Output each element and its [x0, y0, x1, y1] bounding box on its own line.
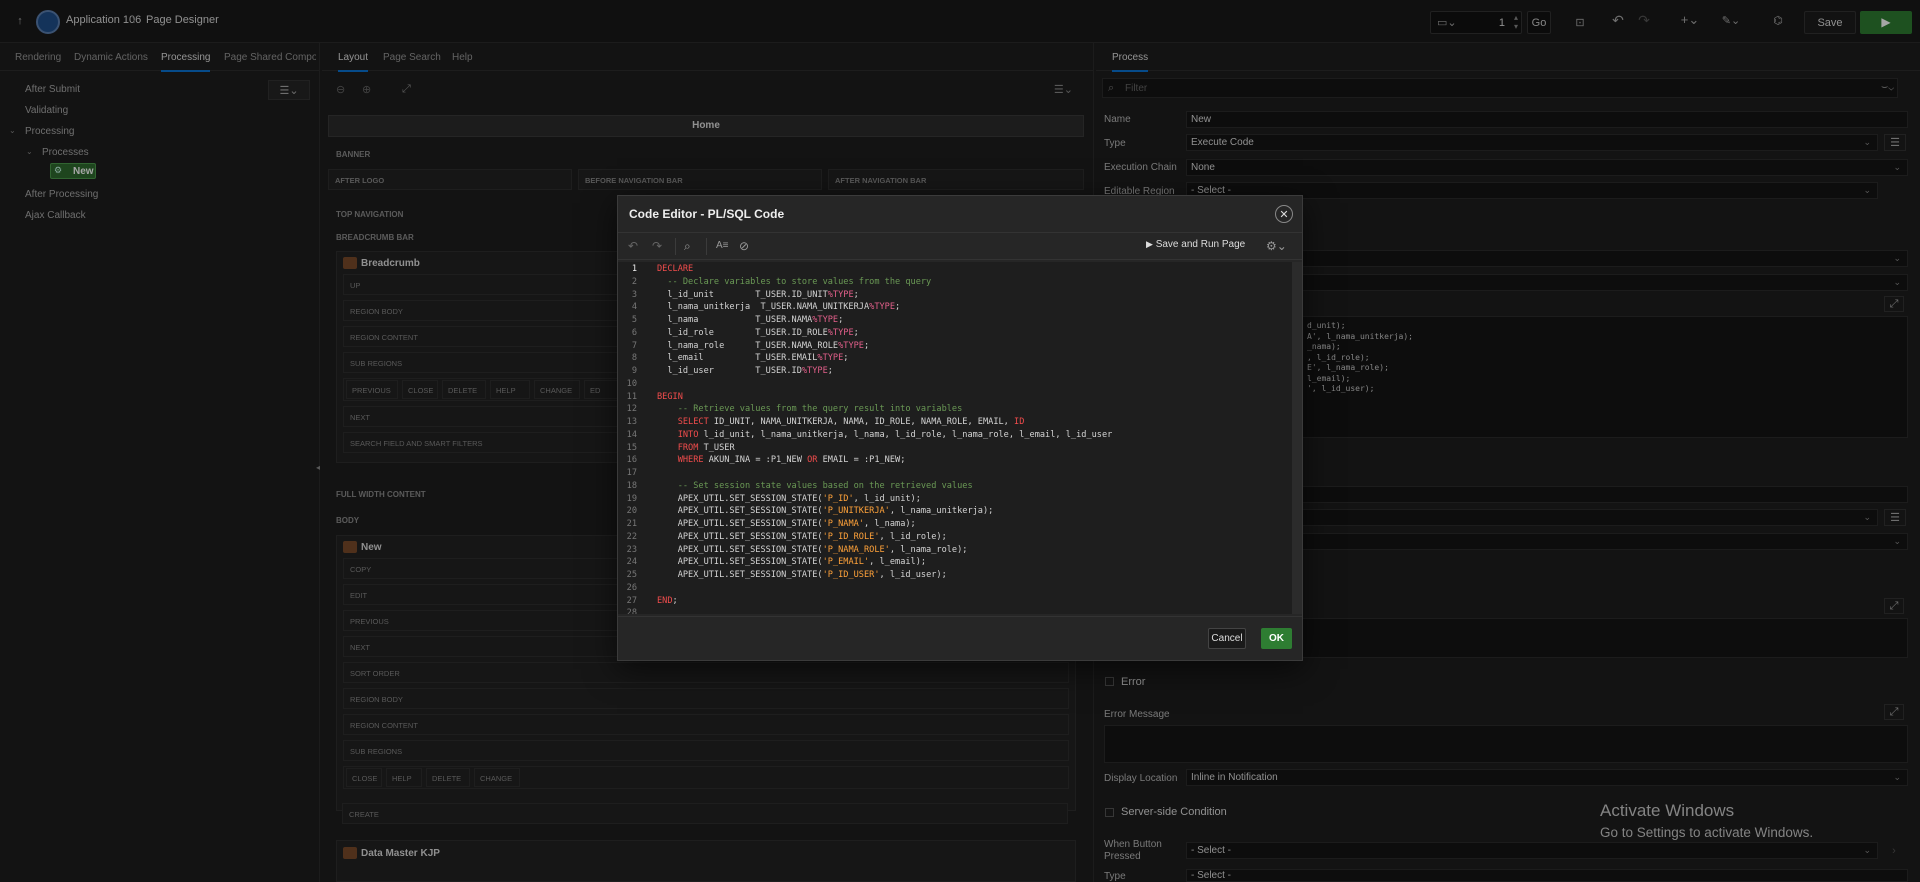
- line-number: 4: [631, 302, 637, 313]
- editor-scrollbar[interactable]: [1292, 262, 1302, 614]
- line-number: 27: [626, 595, 637, 606]
- format-icon[interactable]: A≡: [716, 240, 729, 251]
- close-button[interactable]: ✕: [1275, 205, 1293, 223]
- code-line[interactable]: APEX_UTIL.SET_SESSION_STATE('P_ID_ROLE',…: [657, 532, 947, 542]
- line-number: 7: [631, 340, 637, 351]
- line-number: 9: [631, 366, 637, 376]
- editor-toolbar: ↶ ↷ ⌕ A≡ ⊘ ▶ Save and Run Page ⚙⌄: [618, 232, 1302, 260]
- line-number: 23: [626, 544, 637, 555]
- code-editor[interactable]: 1 DECLARE 2 -- Declare variables to store …: [618, 262, 1294, 614]
- line-number: 15: [626, 442, 637, 453]
- code-line[interactable]: l_nama T_USER.NAMA%TYPE;: [657, 315, 843, 325]
- line-number: 16: [626, 455, 637, 466]
- line-number: 18: [626, 480, 637, 491]
- code-line[interactable]: l_email T_USER.EMAIL%TYPE;: [657, 353, 848, 363]
- line-number: 12: [626, 404, 637, 415]
- code-line[interactable]: -- Retrieve values from the query result…: [657, 404, 963, 414]
- code-line[interactable]: -- Declare variables to store values fro…: [657, 277, 931, 287]
- line-number: 2: [631, 276, 637, 287]
- line-number: 14: [626, 429, 637, 440]
- save-run-label: Save and Run Page: [1155, 239, 1246, 250]
- code-line[interactable]: l_id_unit T_USER.ID_UNIT%TYPE;: [657, 290, 858, 300]
- toolbar-divider: [675, 238, 676, 255]
- code-line[interactable]: APEX_UTIL.SET_SESSION_STATE('P_ID', l_id…: [657, 494, 921, 504]
- code-line[interactable]: l_nama_role T_USER.NAMA_ROLE%TYPE;: [657, 341, 869, 351]
- code-line[interactable]: APEX_UTIL.SET_SESSION_STATE('P_EMAIL', l…: [657, 557, 926, 567]
- line-number: 25: [626, 570, 637, 580]
- line-number: 21: [626, 519, 637, 529]
- line-number: 10: [626, 378, 637, 389]
- line-number: 22: [626, 531, 637, 542]
- toolbar-divider: [706, 238, 707, 255]
- line-number: 5: [631, 315, 637, 325]
- line-number: 1: [631, 264, 637, 274]
- dialog-footer: Cancel OK: [618, 616, 1302, 660]
- code-line[interactable]: SELECT ID_UNIT, NAMA_UNITKERJA, NAMA, ID…: [657, 417, 1025, 427]
- line-number: 6: [631, 327, 637, 338]
- code-line[interactable]: END;: [657, 596, 678, 606]
- settings-icon[interactable]: ⚙⌄: [1266, 239, 1287, 253]
- code-line[interactable]: DECLARE: [657, 264, 693, 274]
- line-number: 11: [626, 391, 637, 402]
- code-line[interactable]: BEGIN: [657, 392, 683, 402]
- line-number: 3: [631, 289, 637, 300]
- ok-button[interactable]: OK: [1261, 628, 1292, 649]
- redo-icon[interactable]: ↷: [652, 239, 662, 253]
- code-line[interactable]: FROM T_USER: [657, 443, 735, 453]
- code-line[interactable]: l_id_role T_USER.ID_ROLE%TYPE;: [657, 328, 858, 338]
- code-line[interactable]: l_id_user T_USER.ID%TYPE;: [657, 366, 833, 376]
- line-number: 28: [626, 608, 637, 614]
- save-and-run-button[interactable]: ▶ Save and Run Page: [1146, 239, 1245, 250]
- code-line[interactable]: APEX_UTIL.SET_SESSION_STATE('P_UNITKERJA…: [657, 506, 994, 516]
- play-icon: ▶: [1146, 239, 1153, 249]
- line-number: 26: [626, 582, 637, 593]
- validate-icon[interactable]: ⊘: [739, 239, 749, 253]
- cancel-button[interactable]: Cancel: [1208, 628, 1246, 649]
- code-editor-dialog: Code Editor - PL/SQL Code ✕ ↶ ↷ ⌕ A≡ ⊘ ▶…: [617, 195, 1303, 661]
- line-number: 13: [626, 417, 637, 427]
- dialog-title: Code Editor - PL/SQL Code: [629, 207, 785, 221]
- search-icon[interactable]: ⌕: [684, 239, 691, 254]
- code-line[interactable]: APEX_UTIL.SET_SESSION_STATE('P_ID_USER',…: [657, 570, 947, 580]
- line-number: 19: [626, 493, 637, 504]
- line-number: 24: [626, 557, 637, 568]
- code-line[interactable]: l_nama_unitkerja T_USER.NAMA_UNITKERJA%T…: [657, 302, 900, 312]
- line-number: 17: [626, 468, 637, 478]
- code-line[interactable]: APEX_UTIL.SET_SESSION_STATE('P_NAMA_ROLE…: [657, 545, 968, 555]
- line-number: 20: [626, 506, 637, 517]
- code-line[interactable]: -- Set session state values based on the…: [657, 481, 973, 491]
- code-line[interactable]: WHERE AKUN_INA = :P1_NEW OR EMAIL = :P1_…: [657, 455, 906, 465]
- code-line[interactable]: INTO l_id_unit, l_nama_unitkerja, l_nama…: [657, 430, 1113, 440]
- code-line[interactable]: APEX_UTIL.SET_SESSION_STATE('P_NAMA', l_…: [657, 519, 916, 529]
- undo-icon[interactable]: ↶: [628, 239, 638, 253]
- line-number: 8: [631, 353, 637, 364]
